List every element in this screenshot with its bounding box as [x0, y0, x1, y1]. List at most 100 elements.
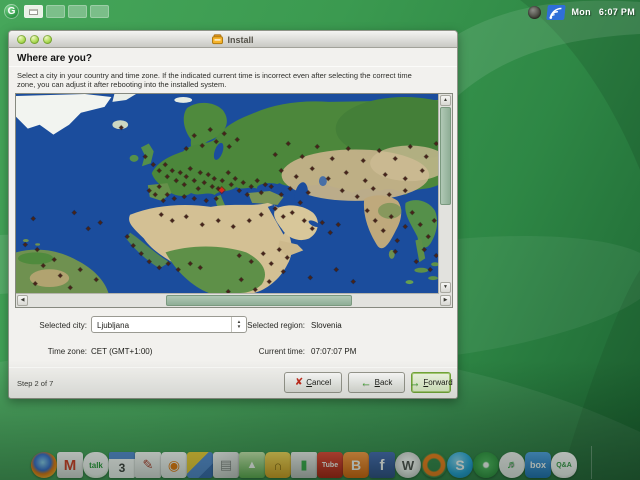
city-marker[interactable] [31, 216, 35, 220]
city-marker[interactable] [409, 145, 413, 149]
city-marker[interactable] [167, 262, 171, 266]
city-marker[interactable] [240, 278, 244, 282]
city-marker[interactable] [395, 238, 399, 242]
city-marker[interactable] [177, 268, 181, 272]
city-marker[interactable] [23, 242, 27, 246]
city-marker[interactable] [381, 228, 385, 232]
city-marker[interactable] [303, 218, 307, 222]
city-marker[interactable] [212, 177, 216, 181]
city-marker[interactable] [269, 185, 273, 189]
city-marker[interactable] [389, 214, 393, 218]
city-marker[interactable] [214, 139, 218, 143]
city-marker[interactable] [183, 194, 187, 198]
city-marker[interactable] [259, 190, 263, 194]
city-marker[interactable] [419, 222, 423, 226]
city-marker[interactable] [147, 260, 151, 264]
city-marker[interactable] [311, 167, 315, 171]
city-marker[interactable] [289, 187, 293, 191]
city-marker[interactable] [433, 218, 437, 222]
city-marker[interactable] [255, 179, 259, 183]
city-marker[interactable] [320, 220, 324, 224]
city-marker[interactable] [216, 218, 220, 222]
city-marker[interactable] [307, 190, 311, 194]
city-marker[interactable] [362, 159, 366, 163]
city-marker[interactable] [73, 210, 77, 214]
city-marker[interactable] [295, 175, 299, 179]
city-marker[interactable] [185, 147, 189, 151]
city-marker[interactable] [301, 155, 305, 159]
city-marker[interactable] [415, 260, 419, 264]
city-marker[interactable] [171, 169, 175, 173]
city-marker[interactable] [193, 133, 197, 137]
city-marker[interactable] [206, 173, 210, 177]
city-marker[interactable] [153, 192, 157, 196]
city-marker[interactable] [273, 153, 277, 157]
city-marker[interactable] [403, 224, 407, 228]
city-marker[interactable] [161, 198, 165, 202]
city-marker[interactable] [326, 177, 330, 181]
city-marker[interactable] [250, 260, 254, 264]
city-marker[interactable] [356, 194, 360, 198]
city-marker[interactable] [165, 192, 169, 196]
window-titlebar[interactable]: Install [9, 31, 457, 48]
city-marker[interactable] [248, 218, 252, 222]
city-marker[interactable] [411, 210, 415, 214]
city-marker[interactable] [330, 157, 334, 161]
city-marker[interactable] [226, 171, 230, 175]
city-marker[interactable] [281, 214, 285, 218]
city-marker[interactable] [383, 173, 387, 177]
city-marker[interactable] [429, 268, 433, 272]
workspace-1[interactable] [24, 5, 43, 18]
city-marker[interactable] [179, 171, 183, 175]
timezone-map[interactable] [16, 94, 439, 294]
city-marker[interactable] [238, 254, 242, 258]
city-marker[interactable] [198, 171, 202, 175]
selected-city-marker[interactable] [219, 187, 224, 192]
city-marker[interactable] [126, 234, 130, 238]
city-marker[interactable] [281, 270, 285, 274]
city-marker[interactable] [175, 179, 179, 183]
city-marker[interactable] [189, 167, 193, 171]
city-marker[interactable] [372, 187, 376, 191]
city-marker[interactable] [315, 145, 319, 149]
city-marker[interactable] [196, 187, 200, 191]
city-marker[interactable] [336, 222, 340, 226]
city-marker[interactable] [33, 282, 37, 286]
city-marker[interactable] [151, 163, 155, 167]
city-marker[interactable] [226, 289, 230, 293]
map-vertical-scrollbar[interactable]: ▲ ▼ [439, 94, 452, 294]
city-marker[interactable] [242, 181, 246, 185]
city-marker[interactable] [214, 196, 218, 200]
city-marker[interactable] [222, 131, 226, 135]
scroll-up-button[interactable]: ▲ [440, 95, 451, 106]
city-marker[interactable] [259, 212, 263, 216]
city-marker[interactable] [425, 155, 429, 159]
city-marker[interactable] [185, 175, 189, 179]
city-marker[interactable] [344, 171, 348, 175]
city-marker[interactable] [232, 224, 236, 228]
city-marker[interactable] [423, 248, 427, 252]
city-marker[interactable] [366, 208, 370, 212]
city-marker[interactable] [277, 248, 281, 252]
city-marker[interactable] [427, 234, 431, 238]
city-marker[interactable] [78, 268, 82, 272]
scroll-down-button[interactable]: ▼ [440, 282, 451, 293]
city-marker[interactable] [267, 280, 271, 284]
city-marker[interactable] [263, 183, 267, 187]
city-marker[interactable] [279, 192, 283, 196]
map-horizontal-scrollbar[interactable]: ◀ ▶ [16, 294, 452, 307]
city-marker[interactable] [165, 175, 169, 179]
city-marker[interactable] [236, 137, 240, 141]
city-marker[interactable] [157, 266, 161, 270]
city-marker[interactable] [86, 226, 90, 230]
city-marker[interactable] [171, 218, 175, 222]
workspace-3[interactable] [68, 5, 87, 18]
city-marker[interactable] [393, 250, 397, 254]
city-marker[interactable] [287, 141, 291, 145]
city-marker[interactable] [250, 185, 254, 189]
city-marker[interactable] [228, 145, 232, 149]
city-marker[interactable] [183, 183, 187, 187]
city-marker[interactable] [352, 280, 356, 284]
city-marker[interactable] [193, 179, 197, 183]
city-marker[interactable] [393, 157, 397, 161]
